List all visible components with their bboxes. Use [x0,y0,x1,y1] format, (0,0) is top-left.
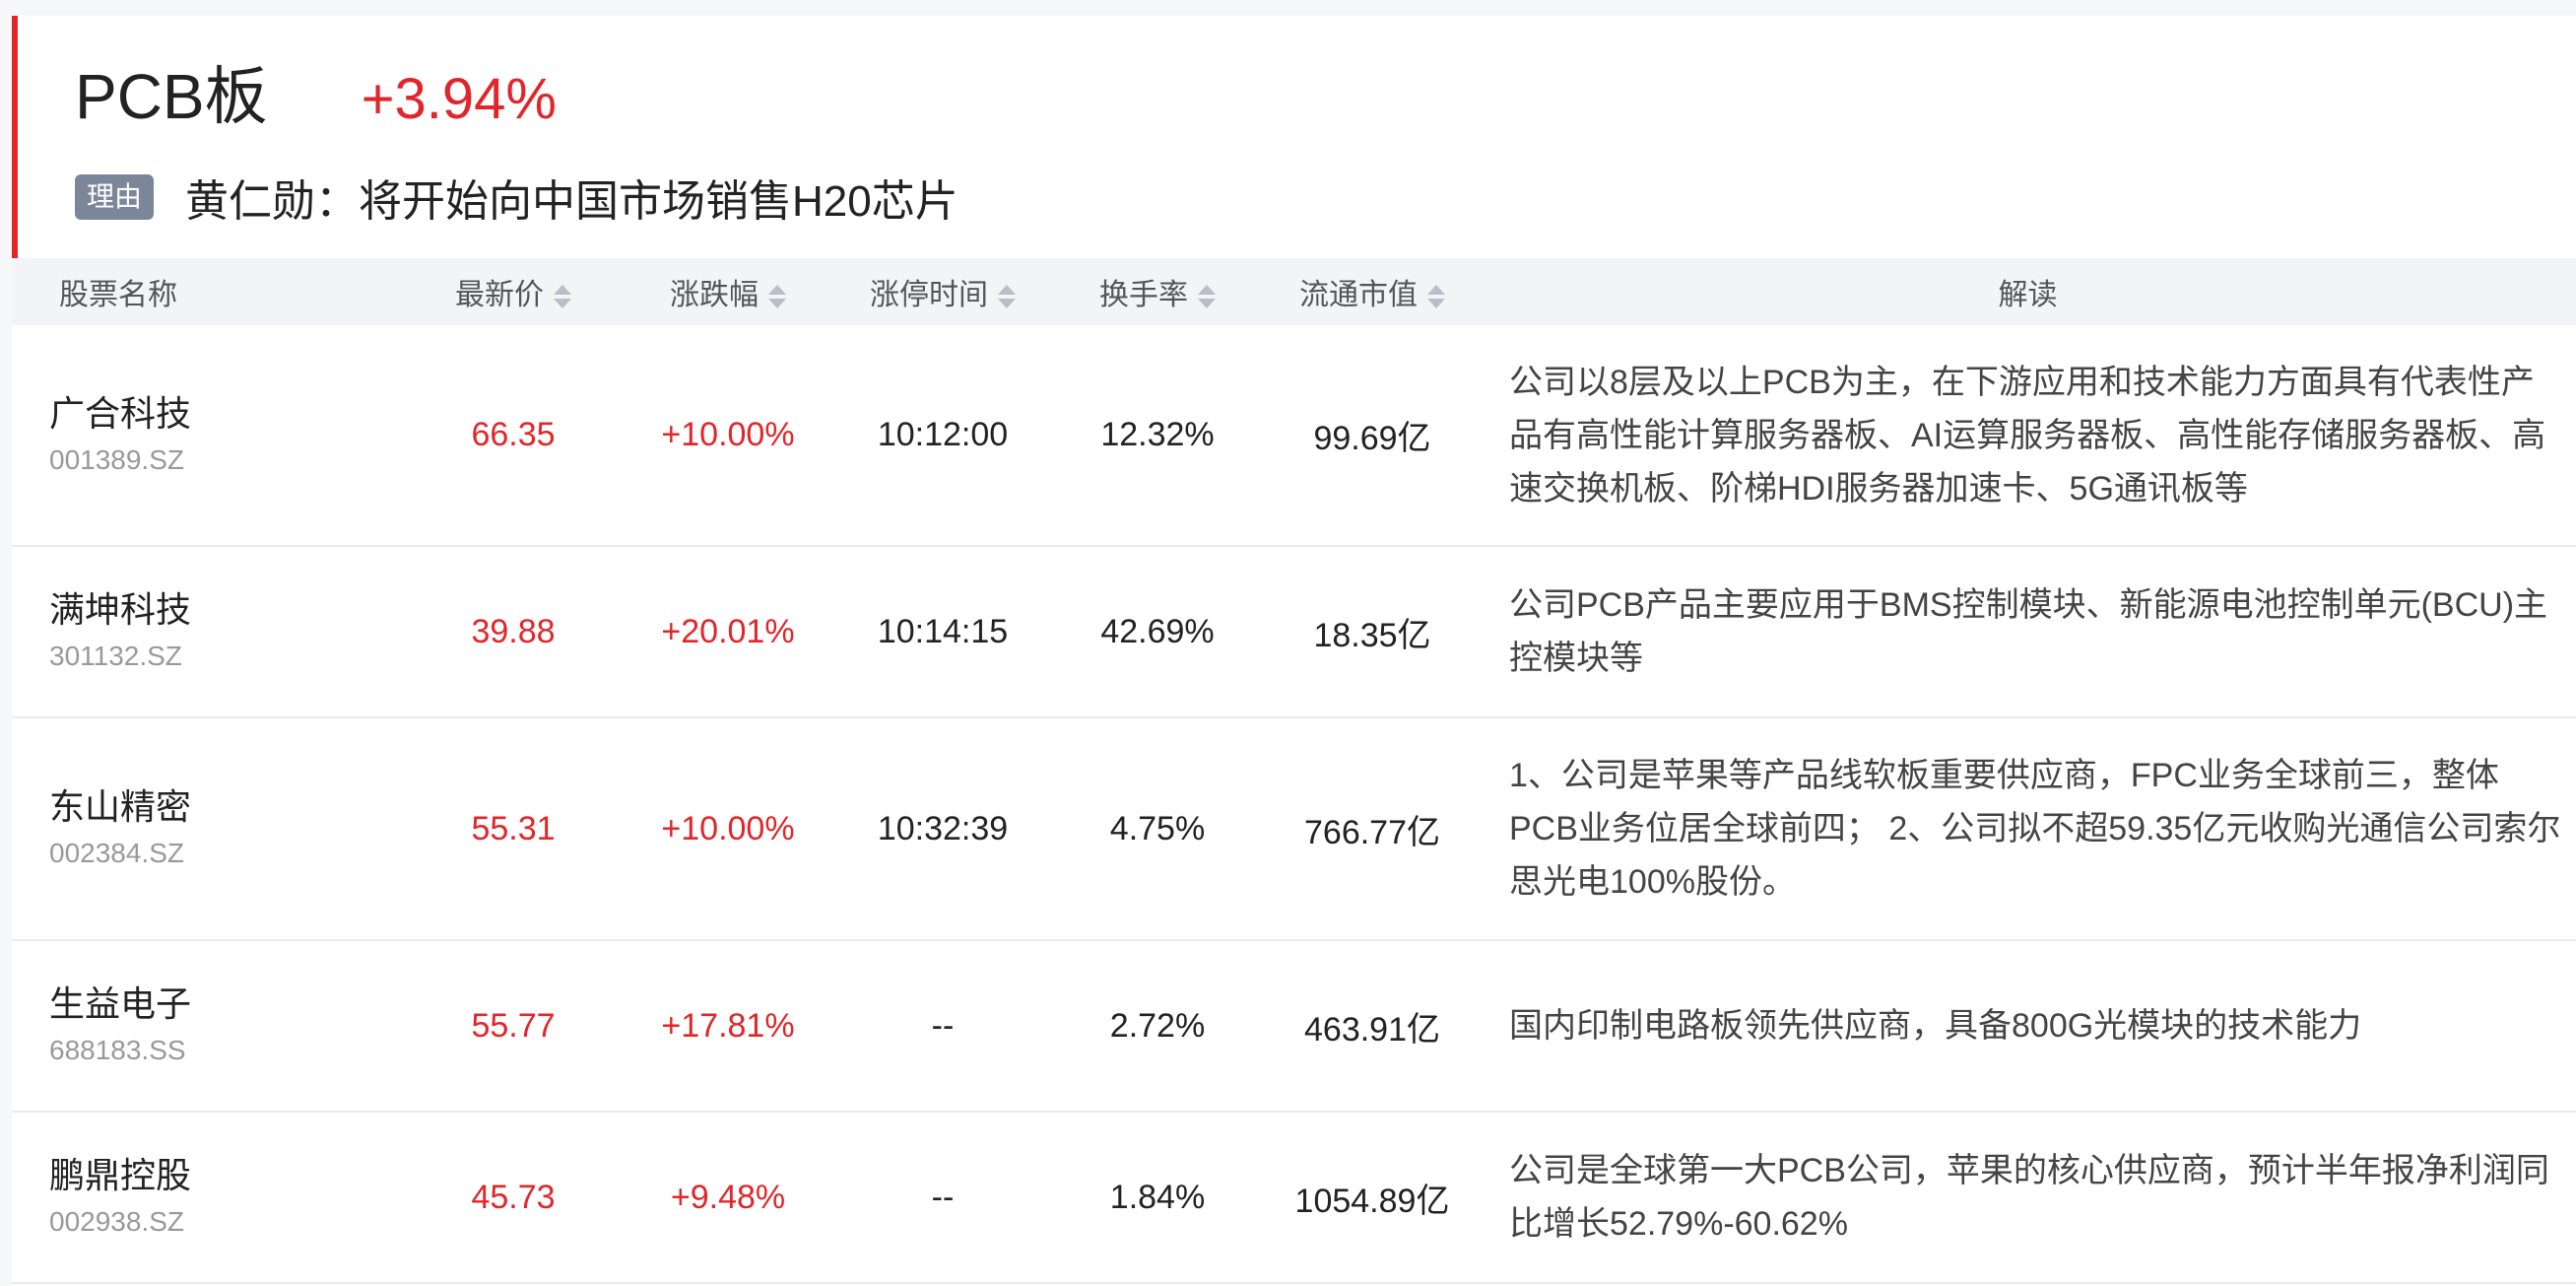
turnover: 42.69% [1100,612,1215,650]
board-change: +3.94% [361,67,557,131]
limit-time: -- [931,1178,955,1216]
stock-name[interactable]: 广合科技 [49,391,406,437]
sort-icon[interactable] [1425,282,1445,311]
stock-code: 688183.SS [49,1035,186,1065]
stock-desc: 公司以8层及以上PCB为主，在下游应用和技术能力方面具有代表性产品有高性能计算服… [1509,363,2546,508]
table-row[interactable]: 广合科技 001389.SZ 66.35 +10.00% 10:12:00 12… [12,325,2576,546]
stock-name[interactable]: 满坤科技 [49,587,406,633]
stock-change: +17.81% [661,1006,795,1045]
stock-name-cell[interactable]: 鹏鼎控股 002938.SZ [12,1112,406,1283]
stock-name[interactable]: 生益电子 [49,981,406,1027]
board-name: PCB板 [75,61,268,132]
stock-change: +10.00% [661,809,795,847]
turnover: 12.32% [1100,416,1215,453]
reason-text: 黄仁勋：将开始向中国市场销售H20芯片 [185,177,958,226]
header-desc: 解读 [1998,279,2058,311]
sector-header: PCB板 +3.94% 理由 黄仁勋：将开始向中国市场销售H20芯片 [12,16,2576,258]
stock-code: 002384.SZ [49,838,184,868]
stock-desc: 1、公司是苹果等产品线软板重要供应商，FPC业务全球前三，整体PCB业务位居全球… [1509,757,2561,901]
title-row: PCB板 +3.94% [75,65,557,128]
market-cap: 99.69亿 [1313,420,1431,457]
header-limit-time[interactable]: 涨停时间 [835,258,1050,325]
turnover: 2.72% [1109,1006,1206,1045]
turnover: 1.84% [1109,1178,1206,1216]
turnover: 4.75% [1109,809,1206,847]
sort-icon[interactable] [552,282,571,311]
stock-price: 55.31 [471,809,556,847]
market-cap: 766.77亿 [1304,813,1440,851]
stock-change: +10.00% [661,416,795,453]
stock-code: 001389.SZ [49,443,184,475]
stock-name-cell[interactable]: 生益电子 688183.SS [12,940,406,1112]
limit-time: 10:14:15 [877,612,1009,650]
stock-price: 66.35 [471,416,556,453]
header-market-cap[interactable]: 流通市值 [1265,258,1480,325]
stock-price: 39.88 [471,612,556,650]
header-turnover[interactable]: 换手率 [1050,258,1265,325]
stock-name-cell[interactable]: 东山精密 002384.SZ [12,717,406,940]
stock-name[interactable]: 东山精密 [49,784,406,830]
stock-code: 301132.SZ [49,641,182,671]
stock-code: 002938.SZ [49,1206,184,1237]
limit-time: 10:32:39 [877,809,1009,847]
stock-table: 股票名称 最新价 涨跌幅 涨停时间 换手率 流通市值 解读 广合科技 00138… [12,258,2576,1284]
header-stock-name: 股票名称 [59,279,177,311]
market-cap: 463.91亿 [1304,1010,1440,1049]
stock-name-cell[interactable]: 满坤科技 301132.SZ [12,546,406,717]
sort-icon[interactable] [996,282,1016,311]
reason-row: 理由 黄仁勋：将开始向中国市场销售H20芯片 [75,166,958,229]
table-header-row: 股票名称 最新价 涨跌幅 涨停时间 换手率 流通市值 解读 [12,258,2576,325]
stock-change: +9.48% [670,1178,786,1216]
stock-name[interactable]: 鹏鼎控股 [49,1153,406,1198]
sort-icon[interactable] [1196,282,1216,311]
sort-icon[interactable] [766,282,786,311]
market-cap: 18.35亿 [1313,616,1431,654]
limit-time: -- [931,1006,955,1045]
header-price[interactable]: 最新价 [406,258,621,325]
market-cap: 1054.89亿 [1294,1182,1450,1220]
table-row[interactable]: 东山精密 002384.SZ 55.31 +10.00% 10:32:39 4.… [12,717,2576,940]
table-row[interactable]: 生益电子 688183.SS 55.77 +17.81% -- 2.72% 46… [12,940,2576,1112]
stock-desc: 公司是全球第一大PCB公司，苹果的核心供应商，预计半年报净利润同比增长52.79… [1509,1152,2549,1243]
sector-panel: PCB板 +3.94% 理由 黄仁勋：将开始向中国市场销售H20芯片 股票名称 … [12,16,2576,1286]
stock-desc: 国内印制电路板领先供应商，具备800G光模块的技术能力 [1509,1007,2362,1045]
stock-name-cell[interactable]: 广合科技 001389.SZ [12,325,406,546]
table-row[interactable]: 满坤科技 301132.SZ 39.88 +20.01% 10:14:15 42… [12,546,2576,717]
stock-change: +20.01% [661,612,795,650]
stock-price: 55.77 [471,1006,556,1045]
table-row[interactable]: 鹏鼎控股 002938.SZ 45.73 +9.48% -- 1.84% 105… [12,1112,2576,1283]
reason-tag: 理由 [75,174,155,220]
stock-desc: 公司PCB产品主要应用于BMS控制模块、新能源电池控制单元(BCU)主控模块等 [1509,586,2548,677]
limit-time: 10:12:00 [877,416,1009,453]
stock-price: 45.73 [471,1178,556,1216]
header-change[interactable]: 涨跌幅 [621,258,835,325]
